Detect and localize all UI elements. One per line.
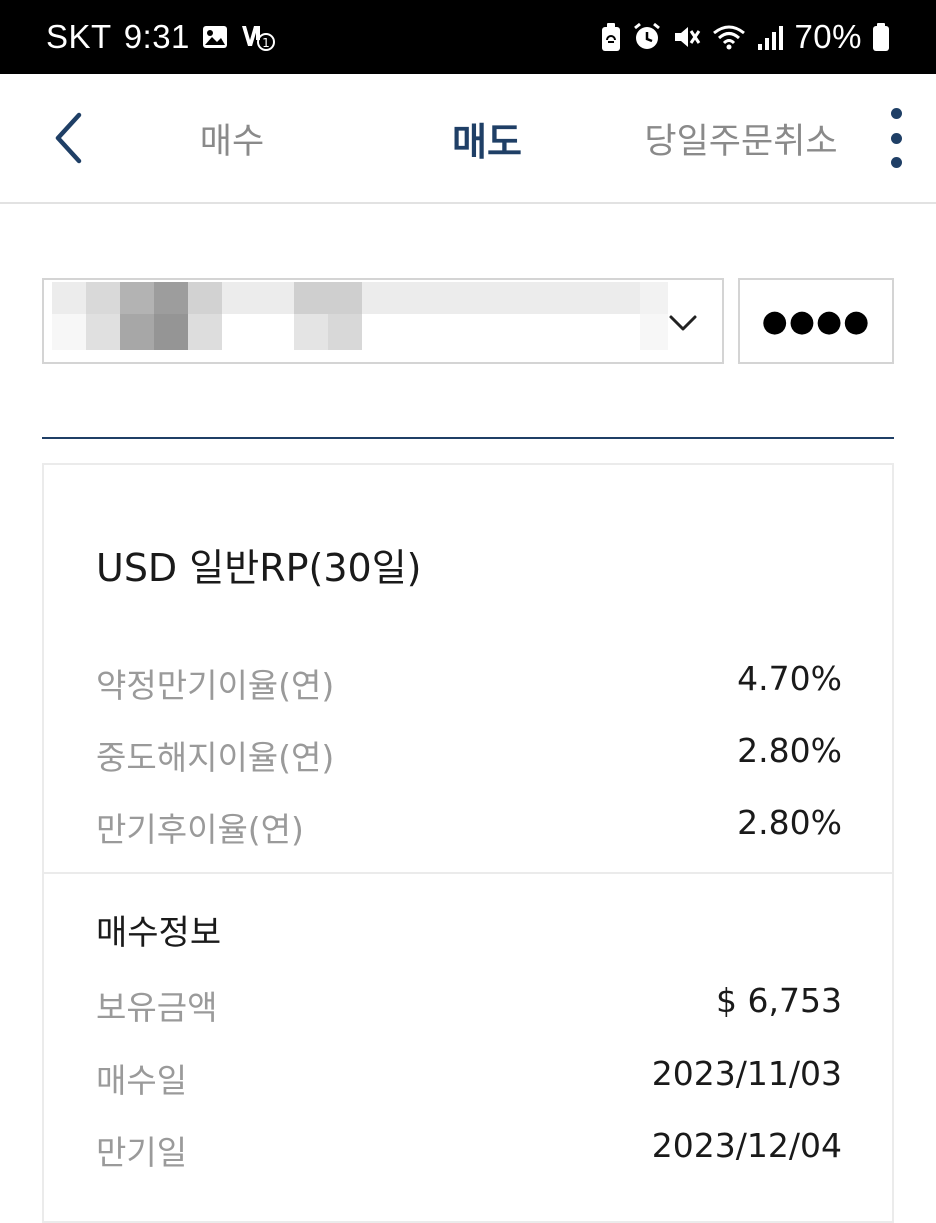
tab-buy[interactable]: 매수 <box>180 74 284 202</box>
tab-cancel-today-orders[interactable]: 당일주문취소 <box>630 74 852 202</box>
product-title: USD 일반RP(30일) <box>96 546 422 590</box>
redacted-account-number <box>52 282 668 362</box>
maturity-date-label: 만기일 <box>96 1133 188 1172</box>
redaction-block <box>188 314 222 350</box>
status-bar: SKT 9:31 1 70% <box>0 0 936 74</box>
purchase-date-value: 2023/11/03 <box>651 1054 842 1093</box>
status-bar-right: 70% <box>600 0 890 74</box>
card-separator <box>44 872 892 874</box>
wifi-icon <box>712 22 746 52</box>
status-bar-left: SKT 9:31 1 <box>46 0 276 74</box>
redaction-block <box>86 282 120 314</box>
carrier-label: SKT <box>46 18 112 55</box>
redaction-block <box>640 314 668 350</box>
tab-sell[interactable]: 매도 <box>430 74 544 202</box>
rate-value-early-termination: 2.80% <box>737 731 842 770</box>
redaction-block <box>52 314 86 350</box>
alarm-icon <box>632 22 662 52</box>
more-vert-icon-dot <box>890 132 902 144</box>
password-field[interactable]: ●●●● <box>738 278 894 364</box>
redaction-block <box>640 282 668 314</box>
battery-saver-icon <box>600 22 622 52</box>
maturity-date-value: 2023/12/04 <box>651 1126 842 1165</box>
svg-text:1: 1 <box>262 36 270 50</box>
battery-percent: 70% <box>794 18 862 55</box>
redaction-block <box>328 314 362 350</box>
redaction-block <box>86 314 120 350</box>
rate-value-maturity: 4.70% <box>737 659 842 698</box>
back-button[interactable] <box>40 106 96 170</box>
top-navigation: 매수 매도 당일주문취소 <box>0 74 936 204</box>
more-vert-icon-dot <box>890 157 902 168</box>
rate-label-post-maturity: 만기후이율(연) <box>96 810 304 849</box>
volte-icon: 1 <box>240 22 276 52</box>
product-card: USD 일반RP(30일) 약정만기이율(연) 4.70% 중도해지이율(연) … <box>42 463 894 1223</box>
more-options-button[interactable] <box>878 104 914 172</box>
redaction-block <box>154 282 188 314</box>
gallery-icon <box>202 24 228 50</box>
holding-amount-value: $ 6,753 <box>716 981 842 1020</box>
redaction-block <box>120 314 154 350</box>
section-divider <box>42 437 894 439</box>
rate-label-early-termination: 중도해지이율(연) <box>96 738 335 777</box>
holding-amount-label: 보유금액 <box>96 988 218 1027</box>
mute-icon <box>672 22 702 52</box>
rate-value-post-maturity: 2.80% <box>737 803 842 842</box>
redaction-block <box>120 282 154 314</box>
account-select[interactable] <box>42 278 724 364</box>
purchase-date-label: 매수일 <box>96 1061 188 1100</box>
purchase-info-title: 매수정보 <box>96 913 222 953</box>
signal-icon <box>756 22 784 52</box>
battery-icon <box>872 22 890 52</box>
chevron-down-icon <box>669 315 697 331</box>
redaction-block <box>294 282 362 314</box>
chevron-left-icon <box>55 112 82 164</box>
redaction-block <box>188 282 222 314</box>
redaction-block <box>294 314 328 350</box>
more-vert-icon <box>890 108 902 119</box>
rate-label-maturity: 약정만기이율(연) <box>96 666 335 705</box>
redaction-block <box>154 314 188 350</box>
clock: 9:31 <box>123 18 190 55</box>
